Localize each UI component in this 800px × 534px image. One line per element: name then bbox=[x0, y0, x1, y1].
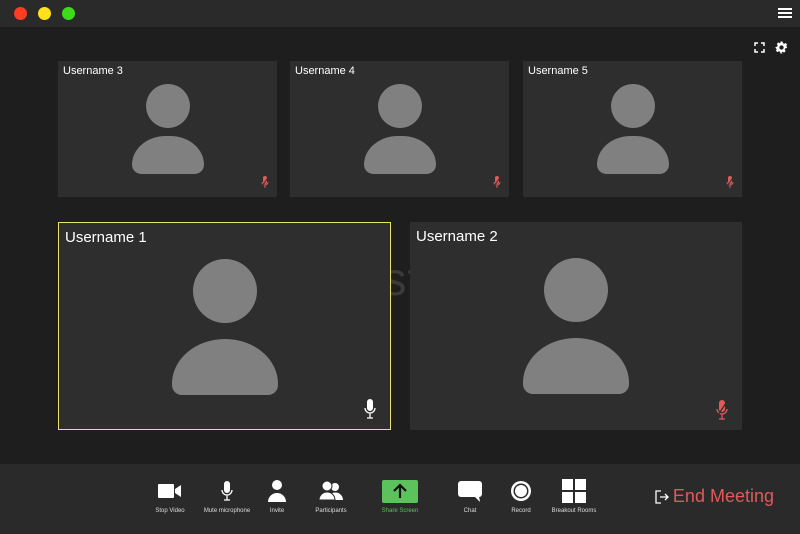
exit-icon bbox=[655, 489, 669, 504]
video-camera-icon bbox=[158, 484, 181, 498]
fullscreen-icon[interactable] bbox=[754, 42, 765, 53]
record-icon bbox=[511, 481, 531, 501]
participant-tile[interactable]: Username 4 bbox=[290, 61, 509, 197]
avatar bbox=[171, 259, 278, 395]
participant-tile[interactable]: Username 3 bbox=[58, 61, 277, 197]
participants-button[interactable]: Participants bbox=[296, 478, 366, 514]
share-screen-icon bbox=[382, 479, 418, 503]
avatar bbox=[363, 84, 436, 174]
gear-icon[interactable] bbox=[775, 41, 788, 54]
grid-icon bbox=[562, 479, 586, 503]
participant-tile[interactable]: Username 2 bbox=[410, 222, 742, 430]
maximize-window-button[interactable] bbox=[62, 7, 75, 20]
participant-name: Username 2 bbox=[416, 228, 498, 245]
minimize-window-button[interactable] bbox=[38, 7, 51, 20]
meeting-toolbar: Stop Video Mute microphone Invite Partic… bbox=[0, 464, 800, 534]
participant-name: Username 5 bbox=[528, 65, 588, 77]
title-bar bbox=[0, 0, 800, 27]
muted-microphone-icon[interactable] bbox=[726, 176, 734, 189]
microphone-icon[interactable] bbox=[364, 399, 376, 419]
muted-microphone-icon[interactable] bbox=[261, 176, 269, 189]
participant-tile[interactable]: Username 5 bbox=[523, 61, 742, 197]
end-meeting-button[interactable]: End Meeting bbox=[655, 486, 774, 507]
muted-microphone-icon[interactable] bbox=[716, 400, 728, 420]
muted-microphone-icon[interactable] bbox=[493, 176, 501, 189]
avatar bbox=[523, 258, 629, 394]
breakout-rooms-button[interactable]: Breakout Rooms bbox=[539, 478, 609, 514]
microphone-icon bbox=[221, 481, 233, 501]
person-icon bbox=[268, 480, 286, 502]
participant-name: Username 1 bbox=[65, 229, 147, 246]
people-icon bbox=[319, 481, 343, 501]
chat-icon bbox=[458, 480, 482, 502]
avatar bbox=[596, 84, 669, 174]
participant-name: Username 3 bbox=[63, 65, 123, 77]
participant-tile-active-speaker[interactable]: Username 1 bbox=[58, 222, 391, 430]
participant-name: Username 4 bbox=[295, 65, 355, 77]
close-window-button[interactable] bbox=[14, 7, 27, 20]
hamburger-menu-icon[interactable] bbox=[778, 6, 792, 20]
avatar bbox=[131, 84, 204, 174]
share-screen-button[interactable]: Share Screen bbox=[365, 478, 435, 514]
